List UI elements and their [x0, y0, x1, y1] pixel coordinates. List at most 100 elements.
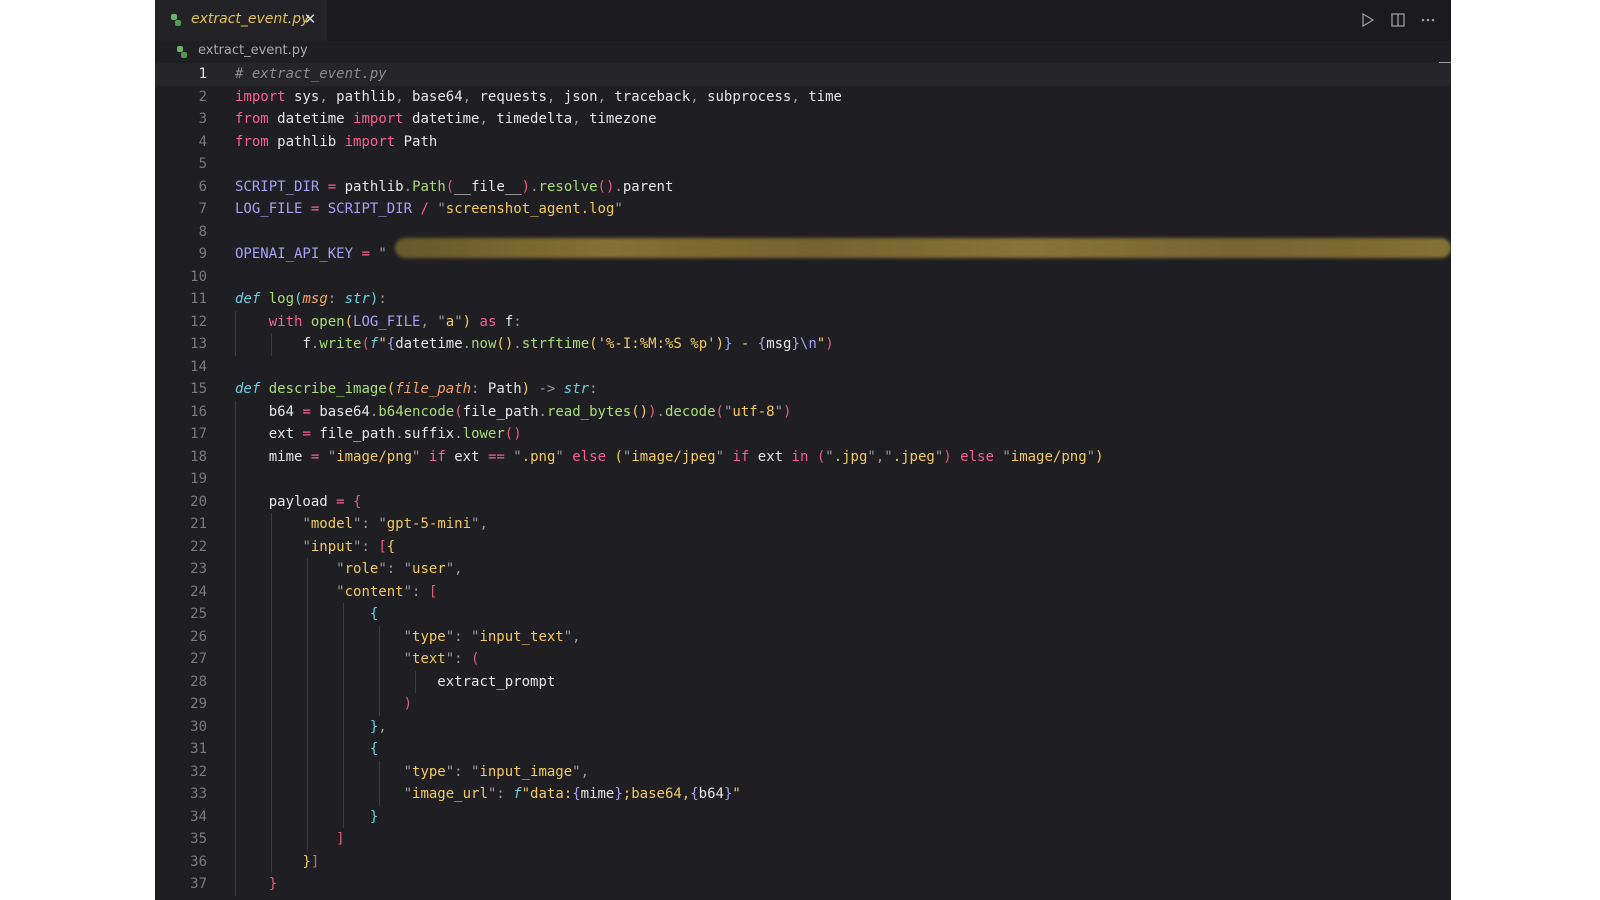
- line-number: 32: [190, 763, 207, 780]
- name: ext: [268, 426, 295, 442]
- variable: LOG_FILE: [235, 201, 303, 217]
- line-number: 33: [190, 786, 207, 802]
- keyword: in: [791, 448, 809, 465]
- name: f: [302, 336, 311, 352]
- string: .jpeg: [892, 448, 935, 465]
- string: image/jpeg: [631, 448, 716, 465]
- line-number: 13: [190, 336, 207, 352]
- line-number: 4: [198, 133, 207, 150]
- keyword: import: [344, 133, 396, 150]
- code-line: 29 ): [155, 693, 1451, 716]
- string: .png: [521, 448, 556, 465]
- tab-bar: extract_event.py ✕: [155, 0, 1451, 41]
- code-line: 3 from datetime import datetime, timedelt…: [155, 108, 1451, 131]
- line-number: 19: [190, 471, 207, 487]
- code-line: 16 b64 = base64.b64encode(file_path.read…: [155, 400, 1451, 423]
- string: screenshot_agent.log: [445, 201, 615, 217]
- keyword: def: [235, 381, 261, 397]
- line-number: 29: [190, 696, 207, 712]
- function: strftime: [521, 336, 590, 352]
- code-line: 19: [155, 468, 1451, 491]
- string: image/png: [336, 448, 413, 465]
- string: model: [310, 516, 354, 532]
- line-number: 3: [198, 111, 207, 127]
- module: subprocess: [707, 88, 792, 105]
- attribute: parent: [622, 178, 674, 195]
- line-number: 20: [190, 493, 207, 510]
- name: file_path: [462, 403, 539, 420]
- module: time: [808, 88, 842, 105]
- code-line: 6 SCRIPT_DIR = pathlib.Path(__file__).res…: [155, 176, 1451, 199]
- line-number: 23: [190, 561, 207, 577]
- line-number: 8: [198, 223, 207, 240]
- name: extract_prompt: [437, 673, 556, 690]
- line-number: 35: [190, 831, 207, 847]
- code-line: 28 extract_prompt: [155, 670, 1451, 693]
- tab-title: extract_event.py: [191, 11, 310, 27]
- module: pathlib: [277, 133, 337, 150]
- function: lower: [462, 426, 505, 442]
- parameter: file_path: [395, 381, 472, 397]
- split-editor-icon[interactable]: [1389, 10, 1407, 30]
- string: input_image: [479, 763, 573, 780]
- code-line: 33 "image_url": f"data:{mime};base64,{b6…: [155, 783, 1451, 806]
- function: log: [268, 291, 295, 307]
- string: ;base64,: [622, 786, 691, 802]
- name: ext: [454, 448, 480, 465]
- function: read_bytes: [546, 403, 632, 420]
- variable: LOG_FILE: [353, 313, 421, 330]
- name: file_path: [319, 426, 396, 442]
- line-number: 16: [190, 403, 207, 420]
- parameter: msg: [302, 291, 328, 307]
- close-tab-icon[interactable]: ✕: [300, 9, 320, 29]
- code-line: 21 "model": "gpt-5-mini",: [155, 513, 1451, 536]
- arrow: ->: [538, 381, 556, 397]
- line-number: 34: [190, 808, 207, 825]
- string: input: [310, 538, 354, 555]
- tab-extract-event[interactable]: extract_event.py ✕: [155, 0, 327, 41]
- line-number: 10: [190, 268, 207, 285]
- code-line: 11 def log(msg: str):: [155, 288, 1451, 311]
- string: text: [412, 651, 446, 667]
- name: __file__: [454, 178, 522, 195]
- name: ext: [757, 448, 784, 465]
- string-prefix: f: [513, 786, 522, 802]
- more-icon[interactable]: [1419, 10, 1437, 30]
- name: msg: [766, 336, 792, 352]
- keyword: def: [235, 291, 261, 307]
- string: gpt-5-mini: [386, 516, 472, 532]
- code-area[interactable]: 1 # extract_event.py 2 import sys, pathlib…: [155, 63, 1451, 900]
- module: base64: [319, 403, 370, 420]
- line-number: 22: [190, 538, 207, 555]
- line-number: 12: [190, 313, 207, 330]
- breadcrumb-file[interactable]: extract_event.py: [198, 43, 308, 58]
- line-number: 36: [190, 853, 207, 870]
- code-line: 37 }: [155, 873, 1451, 896]
- string: image/png: [1010, 448, 1087, 465]
- type: str: [344, 291, 370, 307]
- string: data:: [530, 786, 573, 802]
- line-number: 15: [190, 381, 207, 397]
- code-line: 1 # extract_event.py: [155, 63, 1451, 86]
- name: b64: [698, 786, 724, 802]
- escape: \n: [799, 336, 817, 352]
- module: requests: [479, 88, 547, 105]
- code-line: 18 mime = "image/png" if ext == ".png" e…: [155, 445, 1451, 468]
- play-icon[interactable]: [1359, 10, 1377, 30]
- function: resolve: [538, 178, 598, 195]
- function: write: [319, 336, 362, 352]
- code-line: 27 "text": (: [155, 648, 1451, 671]
- name: f: [504, 313, 514, 330]
- code-line: 26 "type": "input_text",: [155, 625, 1451, 648]
- keyword: if: [732, 448, 750, 465]
- name: mime: [268, 448, 303, 465]
- code-line: 5: [155, 153, 1451, 176]
- string-quote: ": [378, 246, 387, 262]
- line-number: 5: [198, 156, 207, 172]
- variable: OPENAI_API_KEY: [235, 246, 354, 262]
- code-line: 32 "type": "input_image",: [155, 760, 1451, 783]
- module: base64: [412, 88, 463, 105]
- string: input_text: [479, 628, 564, 645]
- module: json: [563, 88, 598, 105]
- python-file-icon: [171, 14, 181, 26]
